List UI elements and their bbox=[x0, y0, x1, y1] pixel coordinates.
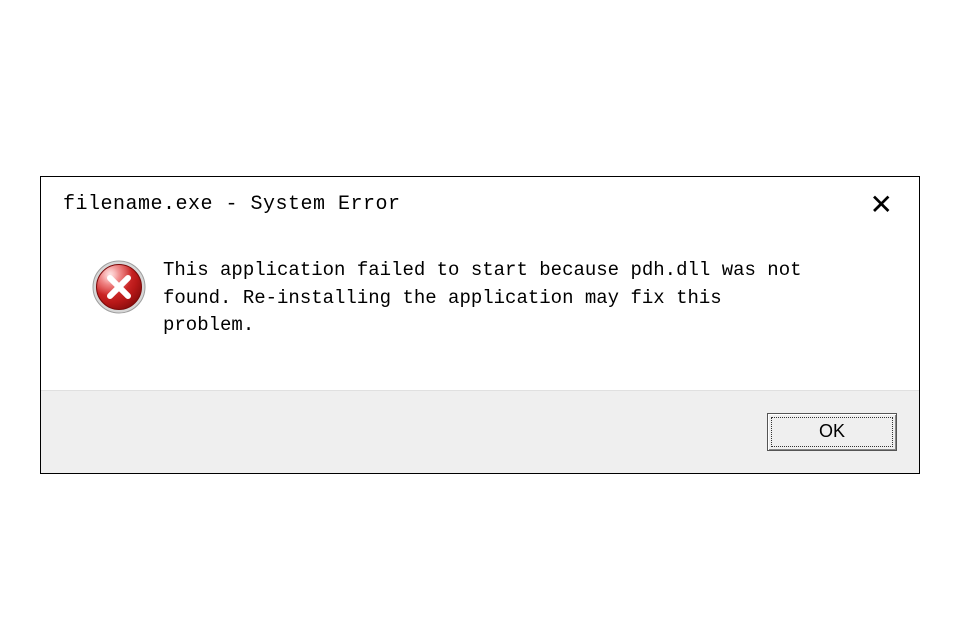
error-dialog: filename.exe - System Error ✕ bbox=[40, 176, 920, 474]
close-icon[interactable]: ✕ bbox=[866, 193, 897, 217]
dialog-title: filename.exe - System Error bbox=[63, 193, 401, 216]
ok-button[interactable]: OK bbox=[767, 413, 897, 451]
dialog-footer: OK bbox=[41, 390, 919, 473]
dialog-content: This application failed to start because… bbox=[41, 217, 919, 390]
titlebar: filename.exe - System Error ✕ bbox=[41, 177, 919, 217]
error-icon bbox=[91, 257, 147, 320]
error-message: This application failed to start because… bbox=[163, 257, 823, 340]
